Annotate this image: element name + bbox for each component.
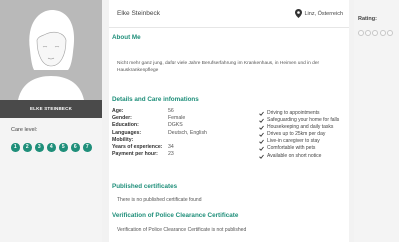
details-label: Age: <box>112 108 124 114</box>
feature-text: Drives up to 25km per day <box>267 131 326 138</box>
details-value: Female <box>168 115 186 122</box>
feature-text: Live-in caregiver to stay <box>267 138 320 145</box>
check-icon <box>259 125 264 131</box>
certificates-empty-text: There is no published certificate found <box>117 197 202 203</box>
avatar <box>0 0 102 100</box>
rating-circle[interactable] <box>365 30 372 36</box>
check-icon <box>259 118 264 124</box>
details-label: Payment per hour: <box>112 151 158 158</box>
rating-circle[interactable] <box>358 30 364 36</box>
feature-item: Safeguarding your home for falls <box>259 117 347 124</box>
care-level-7[interactable]: 7 <box>83 143 92 152</box>
avatar-placeholder-icon <box>18 10 84 100</box>
check-icon <box>259 111 264 116</box>
check-icon <box>259 140 264 145</box>
care-level-1[interactable]: 1 <box>11 143 20 152</box>
profile-main: Elke Steinbeck Linz, Österreich About Me… <box>109 0 349 242</box>
check-icon <box>259 147 264 152</box>
rating-panel: Rating: <box>354 0 399 242</box>
care-level-4[interactable]: 4 <box>47 143 56 152</box>
care-level-6[interactable]: 6 <box>71 143 80 152</box>
feature-item: Live-in caregiver to stay <box>259 138 347 145</box>
feature-text: Housekeeping and daily tasks <box>267 124 334 131</box>
care-level-list: 1234567 <box>11 143 92 152</box>
details-table: Age: 56 Gender: Female Education: DGKS Languag… <box>112 108 207 158</box>
rating-circle[interactable] <box>372 30 379 36</box>
details-title: Details and Care infomations <box>112 96 199 103</box>
feature-text: Comfortable with pets <box>267 145 316 152</box>
profile-header: Elke Steinbeck Linz, Österreich <box>109 0 349 28</box>
details-label: Mobility: <box>112 136 134 143</box>
rating-circle[interactable] <box>386 30 393 36</box>
details-value: 56 <box>168 108 174 114</box>
location: Linz, Österreich <box>295 9 343 18</box>
rating-label: Rating: <box>358 16 377 22</box>
details-row: Gender: Female <box>112 115 207 122</box>
details-label: Years of experience: <box>112 144 163 151</box>
details-row: Age: 56 <box>112 108 207 115</box>
rating-circle[interactable] <box>379 30 386 36</box>
details-value: Deutsch, English <box>168 129 207 136</box>
feature-item: Comfortable with pets <box>259 145 347 152</box>
location-text: Linz, Österreich <box>304 10 343 17</box>
name-plate: ELKE STEINBECK <box>0 100 102 118</box>
details-label: Education: <box>112 122 139 129</box>
police-clearance-title: Verification of Police Clearance Certifi… <box>112 212 239 219</box>
care-level-3[interactable]: 3 <box>35 143 44 152</box>
details-row: Years of experience: 34 <box>112 144 207 151</box>
feature-list: Driving to appointments Safeguarding your… <box>259 110 347 160</box>
care-level-2[interactable]: 2 <box>23 143 32 152</box>
feature-text: Available on short notice <box>267 152 322 159</box>
feature-text: Safeguarding your home for falls <box>267 117 340 124</box>
certificates-title: Published certificates <box>112 183 178 190</box>
details-label: Gender: <box>112 115 132 122</box>
profile-name: Elke Steinbeck <box>117 10 160 17</box>
feature-item: Driving to appointments <box>259 110 347 117</box>
details-label: Languages: <box>112 129 142 136</box>
details-row: Mobility: <box>112 137 207 144</box>
feature-item: Drives up to 25km per day <box>259 131 347 138</box>
details-row: Languages: Deutsch, English <box>112 130 207 137</box>
details-value: 23 <box>168 151 174 158</box>
details-value: 34 <box>168 144 174 151</box>
check-icon <box>259 154 264 159</box>
rating-circles <box>358 30 393 36</box>
care-level-5[interactable]: 5 <box>59 143 68 152</box>
details-row: Education: DGKS <box>112 122 207 129</box>
feature-text: Driving to appointments <box>267 110 320 116</box>
details-value: DGKS <box>168 122 183 129</box>
check-icon <box>259 133 264 138</box>
about-title: About Me <box>112 34 141 41</box>
police-clearance-empty-text: Verification of Police Clearance Certifi… <box>117 227 247 233</box>
details-row: Payment per hour: 23 <box>112 151 207 158</box>
care-level-label: Care level: <box>11 127 38 133</box>
feature-item: Available on short notice <box>259 153 347 160</box>
map-pin-icon <box>295 9 303 18</box>
profile-sidebar: ELKE STEINBECK Care level: 1234567 <box>0 0 102 242</box>
feature-item: Housekeeping and daily tasks <box>259 124 347 131</box>
about-text: Nicht mehr ganz jung, dafür viele Jahre … <box>117 61 320 73</box>
